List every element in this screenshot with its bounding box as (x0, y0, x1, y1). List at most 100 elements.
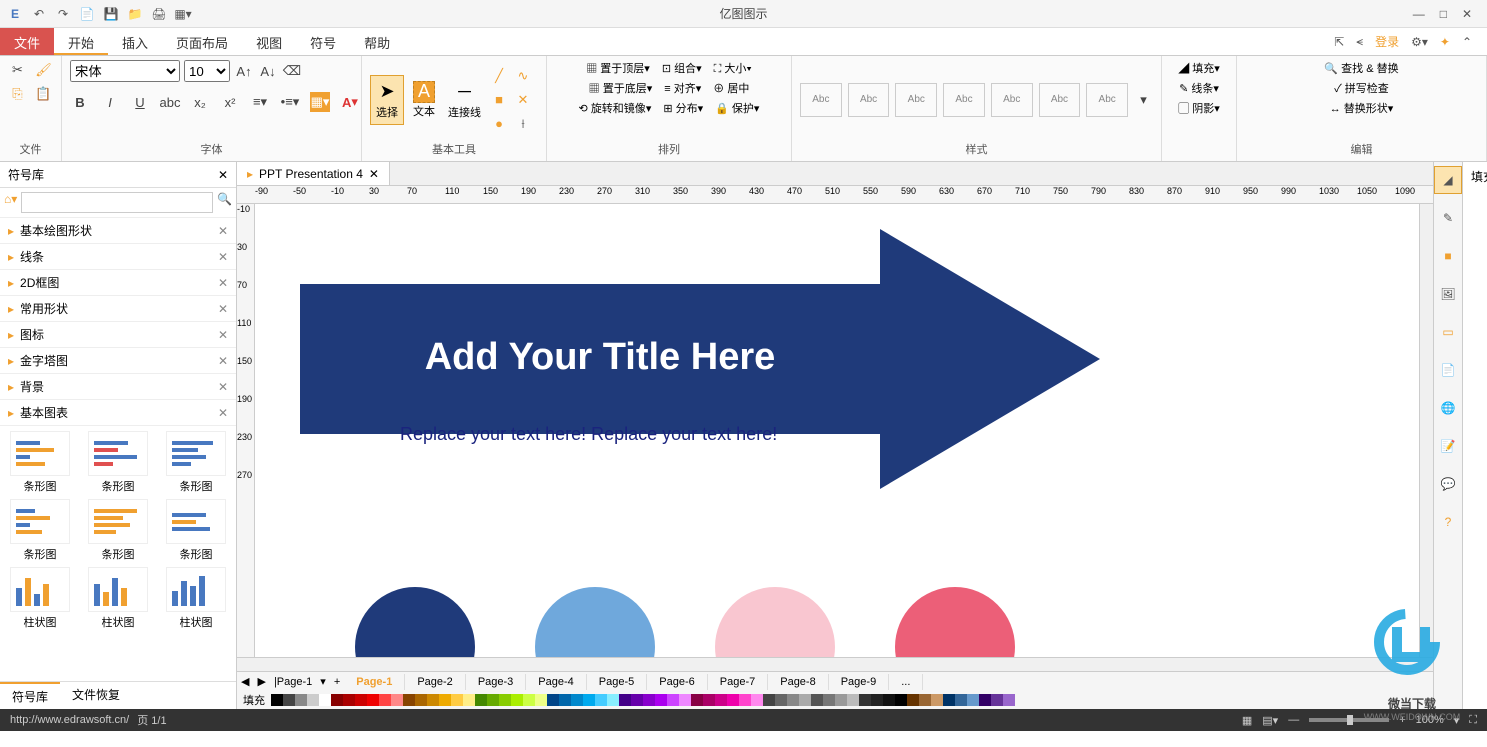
color-swatch[interactable] (835, 694, 847, 706)
color-swatch[interactable] (859, 694, 871, 706)
color-swatch[interactable] (919, 694, 931, 706)
send-back-button[interactable]: ▦ 置于底层▾ (589, 80, 653, 96)
tab-start[interactable]: 开始 (54, 28, 108, 55)
bring-front-button[interactable]: ▦ 置于顶层▾ (586, 60, 650, 76)
strike-icon[interactable]: abc (160, 92, 180, 112)
tab-insert[interactable]: 插入 (108, 28, 162, 55)
canvas-subtitle[interactable]: Replace your text here! Replace your tex… (400, 424, 777, 445)
delete-shape-icon[interactable]: ✕ (513, 90, 533, 110)
category-close-icon[interactable]: ✕ (218, 276, 228, 290)
minimize-button[interactable]: — (1413, 7, 1425, 21)
replace-shape-button[interactable]: ↔ 替换形状▾ (1330, 100, 1394, 116)
panel-tab-recover[interactable]: 文件恢复 (60, 682, 132, 709)
print-icon[interactable]: 🖨 (149, 4, 169, 24)
feedback-icon[interactable]: ✦ (1440, 35, 1450, 49)
panel-close-icon[interactable]: ✕ (218, 168, 228, 182)
color-swatch[interactable] (751, 694, 763, 706)
zoom-out-icon[interactable]: — (1288, 714, 1299, 726)
undo-icon[interactable]: ↶ (29, 4, 49, 24)
page-tab[interactable]: Page-9 (829, 674, 889, 690)
page-tab[interactable]: Page-1 (344, 674, 405, 690)
circle-shape[interactable] (895, 587, 1015, 657)
share-icon[interactable]: ⪪ (1356, 34, 1363, 49)
fill-tool-icon[interactable]: ◢ (1434, 166, 1462, 194)
color-swatch[interactable] (667, 694, 679, 706)
options-icon[interactable]: ▦▾ (173, 4, 193, 24)
color-swatch[interactable] (955, 694, 967, 706)
symbol-item[interactable]: 条形图 (161, 499, 231, 562)
color-swatch[interactable] (283, 694, 295, 706)
collapse-ribbon-icon[interactable]: ⌃ (1462, 35, 1472, 49)
style-preset-7[interactable]: Abc (1086, 83, 1128, 117)
color-swatch[interactable] (775, 694, 787, 706)
style-preset-6[interactable]: Abc (1039, 83, 1081, 117)
group-button[interactable]: ⊡ 组合▾ (662, 60, 702, 76)
symbol-category[interactable]: ▸线条✕ (0, 244, 236, 270)
curve-shape-icon[interactable]: ∿ (513, 66, 533, 86)
color-swatch[interactable] (727, 694, 739, 706)
bold-icon[interactable]: B (70, 92, 90, 112)
font-size-select[interactable]: 10 (184, 60, 230, 82)
hyperlink-tool-icon[interactable]: 🌐 (1434, 394, 1462, 422)
subscript-icon[interactable]: x₂ (190, 92, 210, 112)
panel-tab-symbols[interactable]: 符号库 (0, 682, 60, 709)
color-swatch[interactable] (763, 694, 775, 706)
clear-format-icon[interactable]: ⌫ (282, 61, 302, 81)
category-close-icon[interactable]: ✕ (218, 354, 228, 368)
color-swatch[interactable] (511, 694, 523, 706)
crop-shape-icon[interactable]: ⟊ (513, 114, 533, 134)
color-swatch[interactable] (439, 694, 451, 706)
color-swatch[interactable] (367, 694, 379, 706)
bullets-icon[interactable]: •≡▾ (280, 92, 300, 112)
align-button[interactable]: ≡ 对齐▾ (664, 80, 701, 96)
color-swatch[interactable] (907, 694, 919, 706)
color-swatch[interactable] (967, 694, 979, 706)
page-tab[interactable]: Page-7 (708, 674, 768, 690)
color-swatch[interactable] (931, 694, 943, 706)
style-preset-2[interactable]: Abc (848, 83, 890, 117)
fill-option[interactable]: 单色渐变填充 (1471, 404, 1487, 514)
fill-option[interactable]: 无填充 (1471, 193, 1487, 252)
center-button[interactable]: ⊕ 居中 (713, 80, 749, 96)
symbol-category[interactable]: ▸基本图表✕ (0, 400, 236, 426)
document-tab[interactable]: ▸ PPT Presentation 4 ✕ (237, 162, 390, 185)
color-swatch[interactable] (991, 694, 1003, 706)
page-outline[interactable]: |Page-1 (270, 676, 316, 688)
page-add-icon[interactable]: + (330, 676, 344, 688)
style-preset-3[interactable]: Abc (895, 83, 937, 117)
color-swatch[interactable] (571, 694, 583, 706)
color-swatch[interactable] (655, 694, 667, 706)
color-swatch[interactable] (943, 694, 955, 706)
color-swatch[interactable] (487, 694, 499, 706)
line-tool-icon[interactable]: ✎ (1434, 204, 1462, 232)
color-swatch[interactable] (643, 694, 655, 706)
category-close-icon[interactable]: ✕ (218, 302, 228, 316)
settings-icon[interactable]: ⚙▾ (1411, 35, 1428, 49)
category-close-icon[interactable]: ✕ (218, 250, 228, 264)
page-tab[interactable]: Page-3 (466, 674, 526, 690)
symbol-item[interactable]: 柱状图 (161, 567, 231, 630)
color-swatch[interactable] (295, 694, 307, 706)
scrollbar-horizontal[interactable] (237, 657, 1433, 671)
color-swatch[interactable] (379, 694, 391, 706)
page-tab[interactable]: Page-5 (587, 674, 647, 690)
underline-icon[interactable]: U (130, 92, 150, 112)
color-swatch[interactable] (475, 694, 487, 706)
distribute-button[interactable]: ⊞ 分布▾ (663, 100, 703, 116)
highlight-icon[interactable]: ▦▾ (310, 92, 330, 112)
circle-shape[interactable] (715, 587, 835, 657)
color-swatch[interactable] (343, 694, 355, 706)
grow-font-icon[interactable]: A↑ (234, 61, 254, 81)
symbol-category[interactable]: ▸常用形状✕ (0, 296, 236, 322)
color-swatch[interactable] (619, 694, 631, 706)
image-tool-icon[interactable]: 🖼 (1434, 280, 1462, 308)
style-more-icon[interactable]: ▾ (1134, 90, 1153, 110)
symbol-category[interactable]: ▸背景✕ (0, 374, 236, 400)
symbol-item[interactable]: 柱状图 (5, 567, 75, 630)
color-swatch[interactable] (463, 694, 475, 706)
symbol-item[interactable]: 条形图 (83, 499, 153, 562)
color-swatch[interactable] (715, 694, 727, 706)
page-prev-icon[interactable]: ◀ (237, 675, 253, 688)
color-swatch[interactable] (799, 694, 811, 706)
fullscreen-icon[interactable]: ⛶ (1469, 714, 1477, 727)
